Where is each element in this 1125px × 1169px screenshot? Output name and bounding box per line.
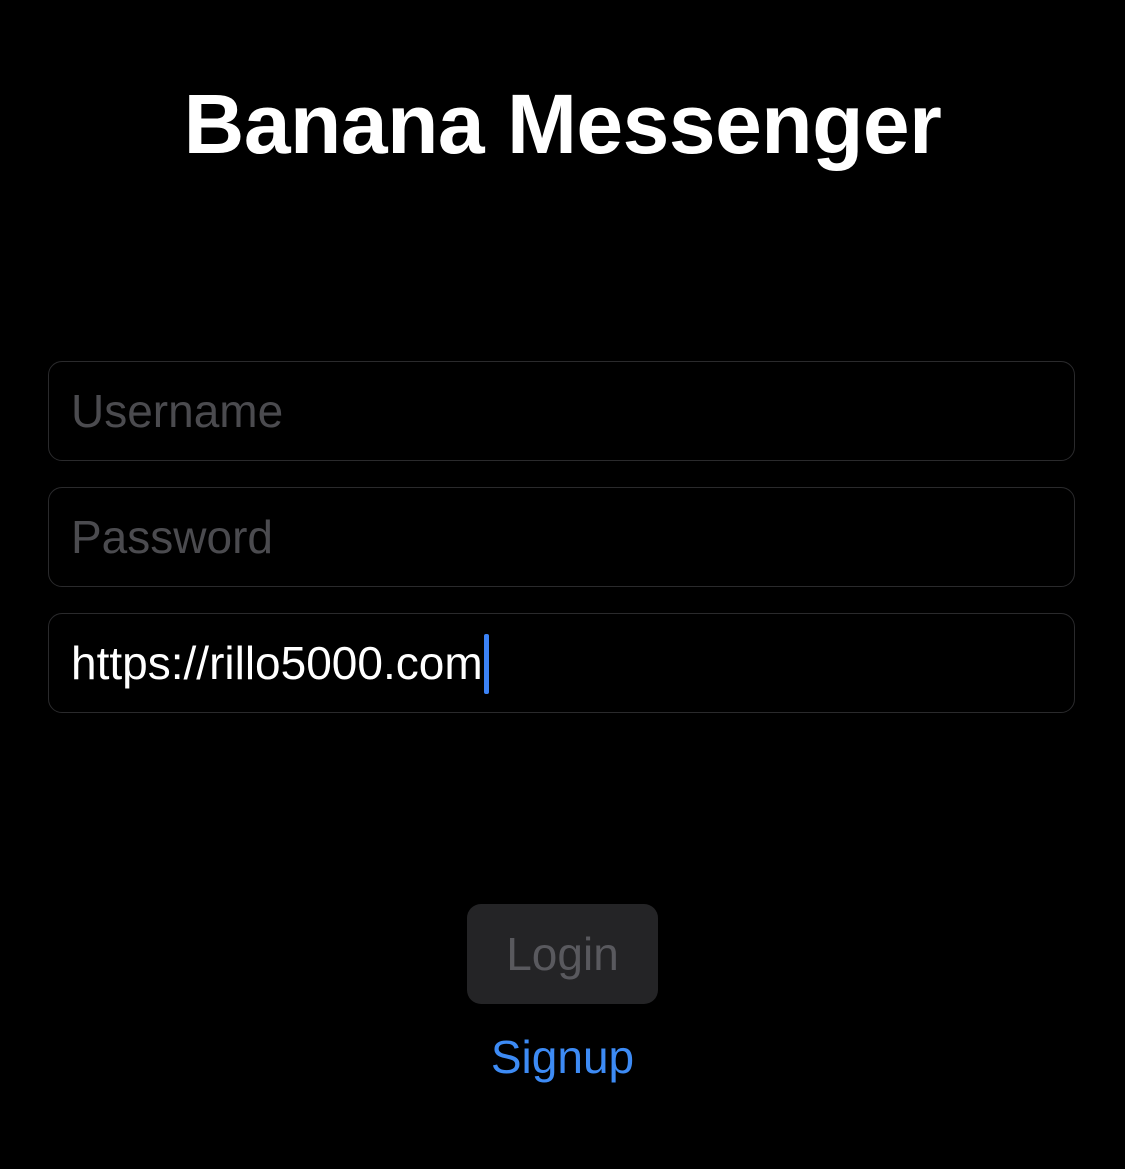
- username-input[interactable]: [49, 362, 1074, 460]
- password-input[interactable]: [49, 488, 1074, 586]
- login-button[interactable]: Login: [467, 904, 658, 1004]
- password-field[interactable]: [48, 487, 1075, 587]
- signup-link[interactable]: Signup: [0, 1028, 1125, 1086]
- username-field[interactable]: [48, 361, 1075, 461]
- server-url-input[interactable]: [49, 614, 1074, 712]
- app-title: Banana Messenger: [183, 77, 942, 171]
- text-caret: [483, 634, 489, 694]
- server-url-field[interactable]: [48, 613, 1075, 713]
